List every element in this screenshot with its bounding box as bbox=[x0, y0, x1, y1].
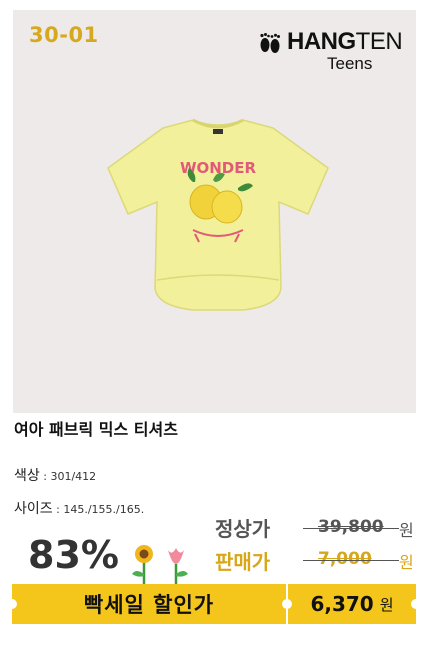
banner-notch-mid bbox=[282, 599, 292, 609]
product-name[interactable]: 여아 패브릭 믹스 티셔츠 bbox=[14, 416, 178, 440]
regular-price-value: 39,800 bbox=[318, 517, 384, 537]
discount-rate: 83% bbox=[28, 533, 119, 577]
brand-name: HANGTEN bbox=[287, 28, 403, 55]
color-label: 색상 bbox=[14, 468, 40, 484]
final-price-currency: 원 bbox=[379, 595, 394, 614]
size-label: 사이즈 bbox=[14, 501, 53, 517]
final-price-box[interactable]: 6,370 원 bbox=[288, 584, 416, 624]
size-options: 사이즈 : 145./155./165. bbox=[14, 501, 145, 517]
sale-price-currency: 원 bbox=[399, 553, 414, 572]
banner-notch-right bbox=[411, 599, 421, 609]
footprints-icon bbox=[260, 33, 280, 53]
brand-subline: Teens bbox=[327, 54, 373, 73]
flowers-icon bbox=[132, 545, 188, 584]
product-card[interactable]: 30-01 HANGTEN Teens WONDER 여아 패브릭 믹스 티셔츠… bbox=[0, 0, 430, 650]
product-photo[interactable]: 30-01 HANGTEN Teens WONDER bbox=[13, 10, 416, 413]
brand-logo: HANGTEN Teens bbox=[259, 28, 416, 76]
sale-price-value: 7,000 bbox=[318, 549, 372, 569]
regular-price-currency: 원 bbox=[399, 521, 414, 540]
tshirt-image: WONDER bbox=[107, 118, 329, 311]
size-values: 145./155./165. bbox=[63, 503, 145, 516]
color-values: 301/412 bbox=[50, 470, 97, 483]
sale-price-strike bbox=[303, 560, 399, 561]
banner-notch-left bbox=[7, 599, 17, 609]
regular-price-strike bbox=[303, 528, 399, 529]
color-options: 색상 : 301/412 bbox=[14, 468, 97, 484]
product-code-badge: 30-01 bbox=[29, 23, 99, 47]
final-price-value: 6,370 bbox=[310, 592, 374, 616]
regular-price-label: 정상가 bbox=[215, 517, 271, 541]
sale-price-label: 판매가 bbox=[215, 550, 271, 574]
flash-sale-banner[interactable]: 빡세일 할인가 bbox=[12, 584, 286, 624]
